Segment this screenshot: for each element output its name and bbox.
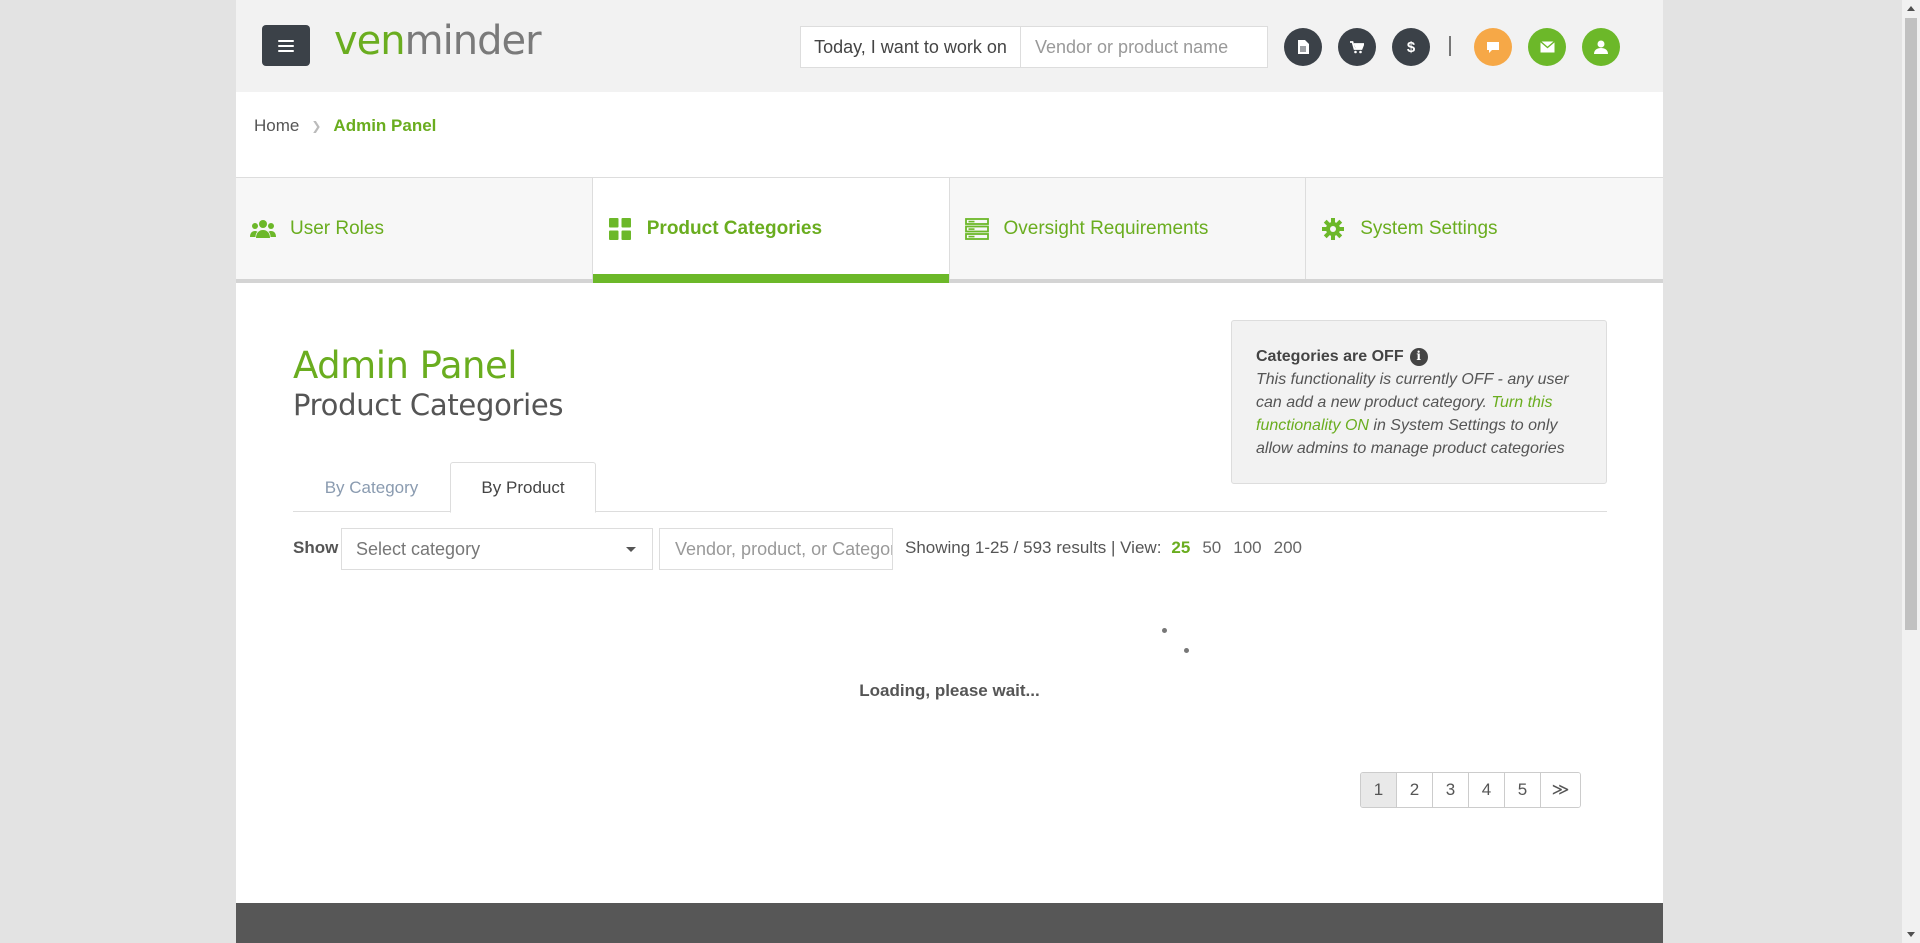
tab-label: Product Categories	[646, 217, 823, 239]
category-select-value: Select category	[356, 538, 481, 559]
top-header: venminder Today, I want to work on $	[236, 0, 1663, 92]
subtab-by-product[interactable]: By Product	[450, 462, 596, 513]
view-option-100[interactable]: 100	[1233, 538, 1261, 558]
loading-spinner-icon	[1162, 628, 1192, 658]
document-icon[interactable]	[1284, 28, 1322, 66]
gear-icon	[1320, 216, 1346, 242]
categories-status-box: Categories are OFF i This functionality …	[1231, 320, 1607, 484]
mail-icon[interactable]	[1528, 28, 1566, 66]
tab-label: User Roles	[290, 217, 384, 239]
page-3-button[interactable]: 3	[1433, 773, 1469, 807]
breadcrumb: Home ❯ Admin Panel	[254, 116, 436, 136]
caret-down-icon	[626, 547, 636, 552]
scroll-down-arrow-icon[interactable]	[1902, 926, 1920, 943]
users-icon	[250, 216, 276, 242]
dollar-icon[interactable]: $	[1392, 28, 1430, 66]
admin-tabs: User Roles Product Categories Oversight …	[236, 177, 1663, 283]
work-on-label: Today, I want to work on	[801, 27, 1021, 67]
page-2-button[interactable]: 2	[1397, 773, 1433, 807]
vendor-product-search-input[interactable]	[1021, 27, 1267, 67]
results-summary: Showing 1-25 / 593 results | View: 25 50…	[905, 538, 1302, 558]
page-subtitle: Product Categories	[293, 388, 564, 422]
breadcrumb-separator: ❯	[311, 119, 322, 133]
scroll-up-arrow-icon[interactable]	[1902, 0, 1920, 17]
page-title: Admin Panel	[293, 344, 518, 387]
user-icon[interactable]	[1582, 28, 1620, 66]
tab-label: Oversight Requirements	[1003, 217, 1209, 239]
hamburger-icon	[278, 39, 294, 52]
page-footer	[236, 903, 1663, 943]
results-text: Showing 1-25 / 593 results | View:	[905, 538, 1162, 557]
loading-message: Loading, please wait...	[859, 681, 1040, 700]
header-separator	[1449, 36, 1451, 56]
chat-icon[interactable]	[1474, 28, 1512, 66]
hamburger-menu-button[interactable]	[262, 25, 310, 66]
page-container: venminder Today, I want to work on $ Hom…	[236, 0, 1663, 943]
page-4-button[interactable]: 4	[1469, 773, 1505, 807]
scrollbar-thumb[interactable]	[1905, 18, 1917, 630]
vendor-product-category-search-input[interactable]	[659, 528, 893, 570]
next-page-button[interactable]: ≫	[1541, 773, 1580, 807]
breadcrumb-current: Admin Panel	[333, 116, 437, 135]
category-select[interactable]: Select category	[341, 528, 653, 570]
tab-user-roles[interactable]: User Roles	[236, 178, 593, 279]
page-5-button[interactable]: 5	[1505, 773, 1541, 807]
info-icon[interactable]: i	[1409, 347, 1428, 366]
subtab-by-category[interactable]: By Category	[293, 462, 450, 513]
categories-status-text: This functionality is currently OFF - an…	[1256, 371, 1569, 457]
view-option-50[interactable]: 50	[1202, 538, 1221, 558]
tab-product-categories[interactable]: Product Categories	[592, 178, 950, 283]
work-on-search: Today, I want to work on	[800, 26, 1268, 68]
filter-row: Show Select category Showing 1-25 / 593 …	[293, 528, 1607, 570]
tab-oversight-requirements[interactable]: Oversight Requirements	[950, 178, 1307, 279]
breadcrumb-home-link[interactable]: Home	[254, 116, 299, 136]
page-1-button[interactable]: 1	[1361, 773, 1397, 807]
cart-icon[interactable]	[1338, 28, 1376, 66]
vertical-scrollbar[interactable]	[1902, 0, 1920, 943]
categories-status-title: Categories are OFF i	[1256, 345, 1582, 368]
view-subtabs: By Category By Product	[293, 462, 1607, 513]
tab-label: System Settings	[1360, 217, 1498, 239]
view-option-200[interactable]: 200	[1274, 538, 1302, 558]
pagination: 1 2 3 4 5 ≫	[1360, 772, 1581, 808]
show-label: Show	[293, 538, 339, 557]
server-list-icon	[964, 216, 990, 242]
venminder-logo[interactable]: venminder	[334, 18, 542, 64]
view-option-25[interactable]: 25	[1171, 538, 1190, 558]
grid-icon	[607, 216, 633, 242]
tab-system-settings[interactable]: System Settings	[1306, 178, 1663, 279]
